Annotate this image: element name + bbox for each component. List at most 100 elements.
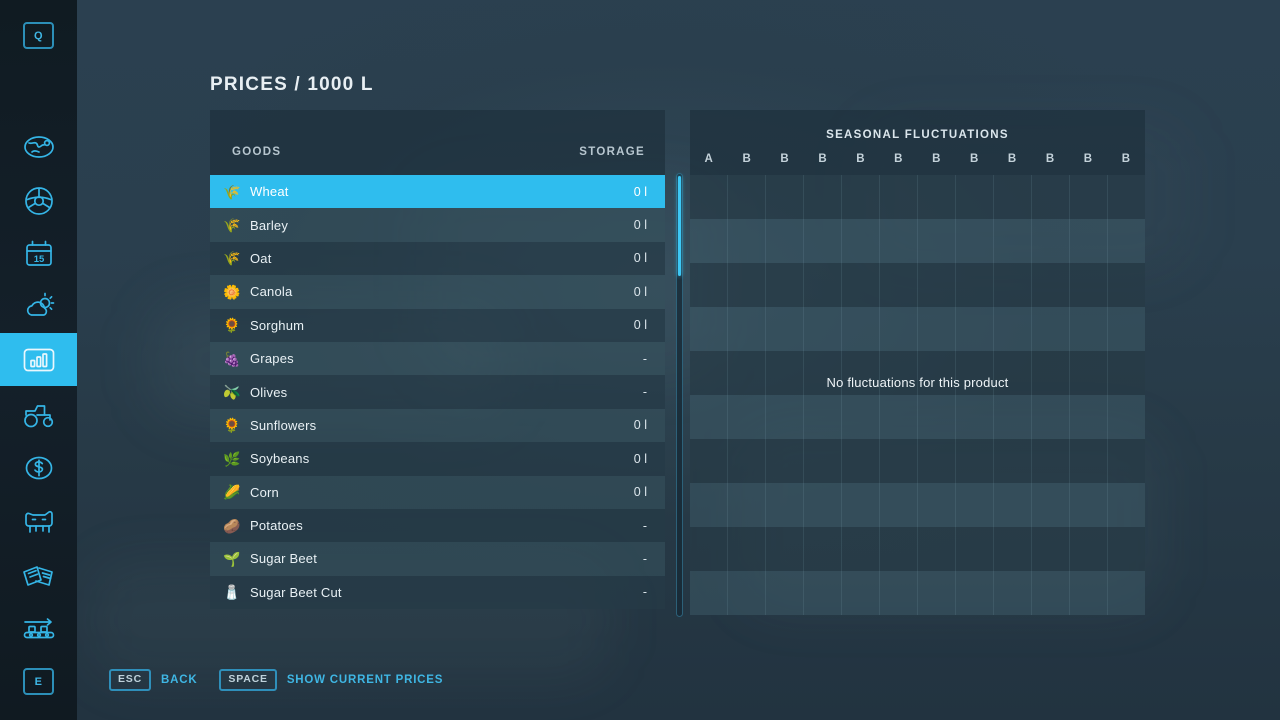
goods-row[interactable]: 🌻Sunflowers0 l (210, 409, 665, 442)
goods-name: Sugar Beet Cut (250, 585, 342, 600)
cow-icon (20, 507, 58, 537)
help-item[interactable]: ESC BACK (109, 669, 197, 691)
goods-icon: 🌻 (219, 418, 245, 432)
goods-storage-value: - (643, 352, 647, 366)
goods-list[interactable]: 🌾Wheat0 l🌾Barley0 l🌾Oat0 l🌼Canola0 l🌻Sor… (210, 175, 665, 615)
fluctuations-grid-cell (1108, 175, 1145, 615)
fluctuations-title: SEASONAL FLUCTUATIONS (690, 129, 1145, 141)
goods-name: Potatoes (250, 518, 303, 533)
goods-row[interactable]: 🫒Olives- (210, 375, 665, 408)
goods-row[interactable]: 🌽Corn0 l (210, 476, 665, 509)
help-key: ESC (109, 669, 151, 691)
help-item[interactable]: SPACESHOW CURRENT PRICES (219, 669, 443, 691)
goods-icon: 🌱 (219, 552, 245, 566)
goods-icon: 🌼 (219, 285, 245, 299)
help-label: SHOW CURRENT PRICES (287, 674, 443, 686)
goods-icon: 🌾 (219, 218, 245, 232)
goods-storage-value: 0 l (634, 318, 647, 332)
goods-storage-value: 0 l (634, 251, 647, 265)
sidebar-nav: Q (0, 0, 77, 720)
fluctuations-header: SEASONAL FLUCTUATIONS ABBBBBBBBBBB (690, 110, 1145, 175)
fluctuations-column-label: B (955, 153, 993, 165)
goods-row[interactable]: 🥔 Potatoes - (210, 509, 665, 542)
goods-name: Canola (250, 284, 292, 299)
goods-name: Olives (250, 385, 287, 400)
weather-icon (22, 290, 56, 324)
goods-row[interactable]: 🌿 Soybeans 0 l (210, 442, 665, 475)
goods-list-scrollbar-thumb[interactable] (678, 176, 681, 276)
goods-icon: 🌻 (219, 318, 245, 332)
goods-row[interactable]: 🌾Oat0 l (210, 242, 665, 275)
sidebar-item-animals[interactable] (0, 495, 77, 548)
production-icon (20, 614, 58, 644)
fluctuations-column-label: B (880, 153, 918, 165)
goods-storage-value: - (643, 552, 647, 566)
fluctuations-column-label: B (993, 153, 1031, 165)
goods-name: Wheat (250, 184, 289, 199)
fluctuations-gridlines (690, 175, 1145, 615)
goods-icon: 🌿 (219, 452, 245, 466)
help-bar: ESC BACK SPACESHOW CURRENT PRICES (109, 668, 465, 692)
goods-list-scrollbar[interactable] (676, 173, 683, 617)
goods-storage-value: 0 l (634, 218, 647, 232)
goods-row[interactable]: 🌻 Sorghum 0 l (210, 309, 665, 342)
goods-row[interactable]: 🌼 Canola 0 l (210, 275, 665, 308)
fluctuations-grid: No fluctuations for this product (690, 175, 1145, 615)
prev-tab-key-label: Q (34, 30, 43, 42)
fluctuations-grid-cell (994, 175, 1032, 615)
goods-row[interactable]: 🌾 Wheat 0 l (210, 175, 665, 208)
goods-name: Sunflowers (250, 418, 316, 433)
goods-name: Oat (250, 251, 272, 266)
sidebar-item-production[interactable] (0, 602, 77, 655)
sidebar-item-prices[interactable] (0, 333, 77, 386)
fluctuations-grid-cell (1070, 175, 1108, 615)
fluctuations-column-label: B (1069, 153, 1107, 165)
sidebar-item-contracts[interactable] (0, 549, 77, 602)
fluctuations-grid-cell (918, 175, 956, 615)
fluctuations-column-label: B (842, 153, 880, 165)
sidebar-item-finances[interactable] (0, 441, 77, 494)
sidebar-item-vehicles[interactable] (0, 388, 77, 441)
next-tab-key-label: E (35, 676, 43, 688)
goods-row[interactable]: 🍇Grapes- (210, 342, 665, 375)
sidebar-item-weather[interactable] (0, 280, 77, 333)
game-menu-screen: Q (0, 0, 1280, 720)
fluctuations-grid-cell (880, 175, 918, 615)
fluctuations-grid-cell (766, 175, 804, 615)
goods-icon: 🧂 (219, 585, 245, 599)
sidebar-item-calendar[interactable]: 15 (0, 227, 77, 280)
sidebar-item-vehicles-overview[interactable] (0, 174, 77, 227)
calendar-icon: 15 (22, 238, 56, 270)
goods-icon: 🌾 (219, 185, 245, 199)
sidebar-item-map[interactable] (0, 120, 77, 173)
help-label: BACK (161, 674, 197, 686)
goods-icon: 🫒 (219, 385, 245, 399)
goods-name: Sorghum (250, 318, 304, 333)
fluctuations-column-label: B (1031, 153, 1069, 165)
fluctuations-column-label: B (1107, 153, 1145, 165)
goods-name: Soybeans (250, 451, 309, 466)
money-coin-icon (22, 453, 56, 483)
goods-storage-value: 0 l (634, 185, 647, 199)
goods-name: Corn (250, 485, 279, 500)
fluctuations-column-labels: ABBBBBBBBBBB (690, 153, 1145, 165)
goods-name: Grapes (250, 351, 294, 366)
goods-storage-value: - (643, 585, 647, 599)
goods-row[interactable]: 🧂 Sugar Beet Cut - (210, 576, 665, 609)
steering-wheel-icon (22, 184, 56, 218)
goods-storage-value: 0 l (634, 285, 647, 299)
goods-row[interactable]: 🌾Barley0 l (210, 208, 665, 241)
fluctuations-column-label: B (918, 153, 956, 165)
contracts-icon (20, 561, 58, 591)
prev-tab-key-hint[interactable]: Q (23, 22, 54, 49)
column-header-storage: STORAGE (579, 146, 645, 158)
goods-row[interactable]: 🌱 Sugar Beet - (210, 542, 665, 575)
goods-storage-value: 0 l (634, 452, 647, 466)
page-title: PRICES / 1000 L (210, 74, 374, 96)
goods-icon: 🥔 (219, 519, 245, 533)
goods-storage-value: 0 l (634, 485, 647, 499)
next-tab-key-hint[interactable]: E (23, 668, 54, 695)
goods-storage-value: - (643, 519, 647, 533)
prices-chart-icon (21, 345, 57, 375)
goods-name: Sugar Beet (250, 551, 317, 566)
